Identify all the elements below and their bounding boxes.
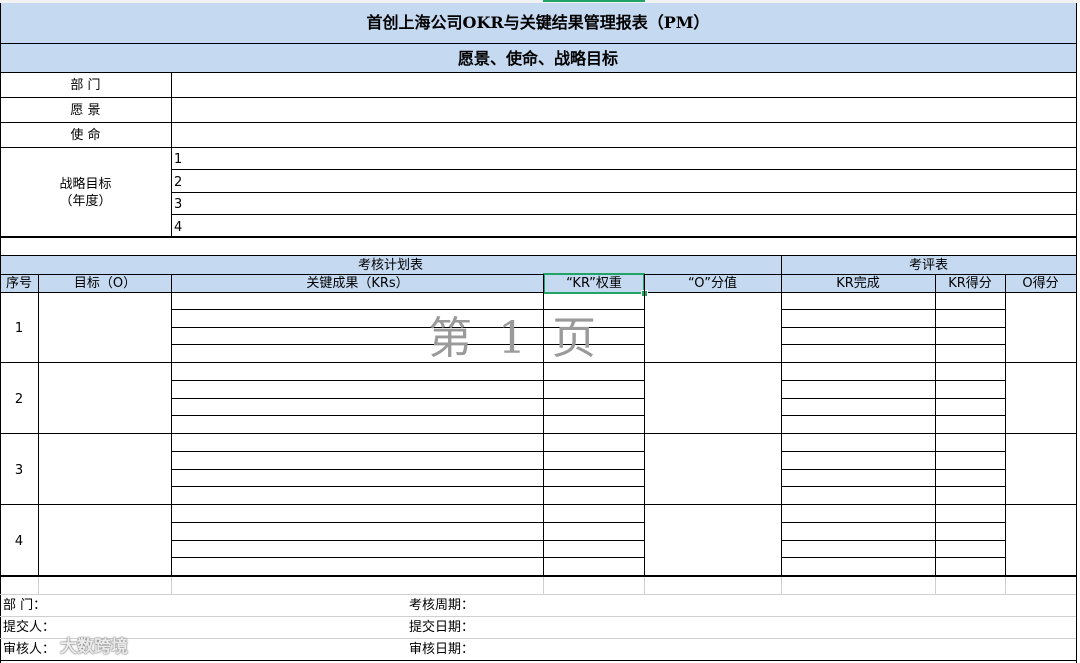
grid-line bbox=[0, 638, 1076, 639]
grid-line bbox=[0, 147, 1076, 148]
col-header-kr-score: KR得分 bbox=[948, 276, 992, 291]
grid-line bbox=[172, 192, 1076, 193]
row-number: 3 bbox=[14, 463, 24, 478]
grid-line bbox=[1005, 577, 1006, 594]
footer-reviewer: 审核人： bbox=[3, 642, 56, 657]
row-block-line bbox=[0, 433, 1076, 434]
kr-line bbox=[782, 327, 1005, 328]
grid-line bbox=[0, 122, 1076, 123]
footer-review-date: 审核日期： bbox=[409, 642, 475, 657]
kr-line bbox=[782, 522, 1005, 523]
grid-line bbox=[171, 577, 172, 594]
grid-line bbox=[171, 72, 172, 236]
plan-table-group: 考核计划表 bbox=[357, 258, 423, 273]
vision-label: 愿 景 bbox=[70, 103, 101, 118]
grid-line bbox=[935, 274, 936, 576]
grid-line bbox=[644, 274, 645, 576]
grid-line bbox=[0, 97, 1076, 98]
kr-line bbox=[172, 522, 644, 523]
spreadsheet-sheet[interactable]: 首创上海公司OKR与关键结果管理报表（PM） 愿景、使命、战略目标 部 门 愿 … bbox=[0, 0, 1080, 663]
mission-label: 使 命 bbox=[70, 128, 101, 143]
col-header-kr-done: KR完成 bbox=[836, 276, 880, 291]
dept-label: 部 门 bbox=[70, 78, 101, 93]
col-header-key-results: 关键成果（KRs） bbox=[306, 276, 409, 291]
grid-line bbox=[0, 274, 1076, 275]
row-block-line bbox=[0, 504, 1076, 505]
grid-line bbox=[38, 577, 39, 594]
grid-line bbox=[0, 292, 1076, 293]
kr-line bbox=[782, 398, 1005, 399]
grid-line bbox=[1076, 3, 1077, 663]
eval-table-group: 考评表 bbox=[908, 258, 948, 273]
row-number: 1 bbox=[14, 321, 24, 336]
grid-line bbox=[781, 577, 782, 594]
footer-submitter: 提交人： bbox=[3, 620, 56, 635]
grid-line bbox=[0, 660, 1077, 661]
kr-line bbox=[172, 557, 644, 558]
kr-line bbox=[782, 309, 1005, 310]
kr-line bbox=[782, 486, 1005, 487]
selected-column-indicator bbox=[543, 0, 645, 2]
kr-line bbox=[172, 486, 644, 487]
brand-watermark-logo: 大数跨境 bbox=[60, 637, 128, 657]
strategy-label: 战略目标 bbox=[59, 177, 112, 192]
kr-line bbox=[782, 344, 1005, 345]
footer-period: 考核周期： bbox=[409, 598, 475, 613]
kr-line bbox=[782, 557, 1005, 558]
grid-line bbox=[172, 169, 1076, 170]
kr-line bbox=[782, 415, 1005, 416]
row-number: 2 bbox=[14, 392, 24, 407]
grid-line bbox=[935, 577, 936, 594]
col-header-o-points: O得分 bbox=[1022, 276, 1059, 291]
strategy-year-label: （年度） bbox=[59, 194, 112, 209]
strategy-row-number: 4 bbox=[174, 220, 183, 235]
kr-line bbox=[172, 451, 644, 452]
kr-line bbox=[782, 540, 1005, 541]
grid-line bbox=[543, 577, 544, 594]
col-header-o-score: “O”分值 bbox=[687, 276, 737, 291]
grid-line bbox=[0, 43, 1076, 44]
selected-cell[interactable] bbox=[543, 273, 645, 294]
grid-line bbox=[0, 72, 1076, 73]
kr-line bbox=[172, 540, 644, 541]
grid-line bbox=[0, 255, 1076, 256]
kr-line bbox=[172, 415, 644, 416]
kr-line bbox=[172, 380, 644, 381]
grid-line bbox=[171, 274, 172, 576]
grid-line bbox=[1005, 274, 1006, 576]
grid-line-thick bbox=[0, 236, 1076, 238]
footer-dept: 部 门： bbox=[3, 598, 47, 613]
col-header-objective: 目标（O） bbox=[73, 276, 137, 291]
kr-line bbox=[172, 469, 644, 470]
section-title: 愿景、使命、战略目标 bbox=[457, 49, 618, 68]
report-title: 首创上海公司OKR与关键结果管理报表（PM） bbox=[366, 13, 710, 32]
kr-line bbox=[782, 469, 1005, 470]
kr-line bbox=[782, 380, 1005, 381]
grid-line bbox=[38, 274, 39, 576]
row-number: 4 bbox=[14, 534, 24, 549]
grid-line bbox=[0, 616, 1076, 617]
grid-line bbox=[644, 577, 645, 594]
strategy-row-number: 3 bbox=[174, 197, 183, 212]
kr-line bbox=[782, 451, 1005, 452]
grid-line bbox=[0, 594, 1076, 595]
row-block-line-thick bbox=[0, 575, 1076, 577]
grid-line bbox=[172, 214, 1076, 215]
kr-line bbox=[172, 398, 644, 399]
strategy-row-number: 2 bbox=[174, 175, 183, 190]
page-watermark: 第 1 页 bbox=[428, 313, 602, 364]
footer-submit-date: 提交日期： bbox=[409, 620, 475, 635]
col-header-seq: 序号 bbox=[5, 276, 32, 291]
strategy-row-number: 1 bbox=[174, 152, 183, 167]
